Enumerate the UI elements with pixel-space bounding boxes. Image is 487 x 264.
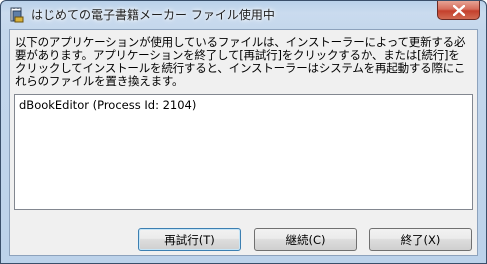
window-title: はじめての電子書籍メーカー ファイル使用中 — [31, 8, 275, 22]
file-in-use-dialog: はじめての電子書籍メーカー ファイル使用中 以下のアプリケーションが使用している… — [0, 0, 487, 264]
process-list[interactable]: dBookEditor (Process Id: 2104) — [14, 94, 473, 210]
retry-button[interactable]: 再試行(T) — [138, 228, 241, 251]
installer-app-icon — [9, 7, 25, 23]
close-icon — [453, 5, 465, 16]
continue-button[interactable]: 継続(C) — [254, 228, 357, 251]
title-bar[interactable]: はじめての電子書籍メーカー ファイル使用中 — [1, 1, 486, 28]
message-text: 以下のアプリケーションが使用しているファイルは、インストーラーによって更新する必… — [15, 35, 466, 88]
close-button[interactable] — [437, 1, 480, 20]
list-item[interactable]: dBookEditor (Process Id: 2104) — [19, 98, 196, 112]
dialog-body: 以下のアプリケーションが使用しているファイルは、インストーラーによって更新する必… — [9, 29, 478, 256]
exit-button[interactable]: 終了(X) — [369, 228, 472, 251]
